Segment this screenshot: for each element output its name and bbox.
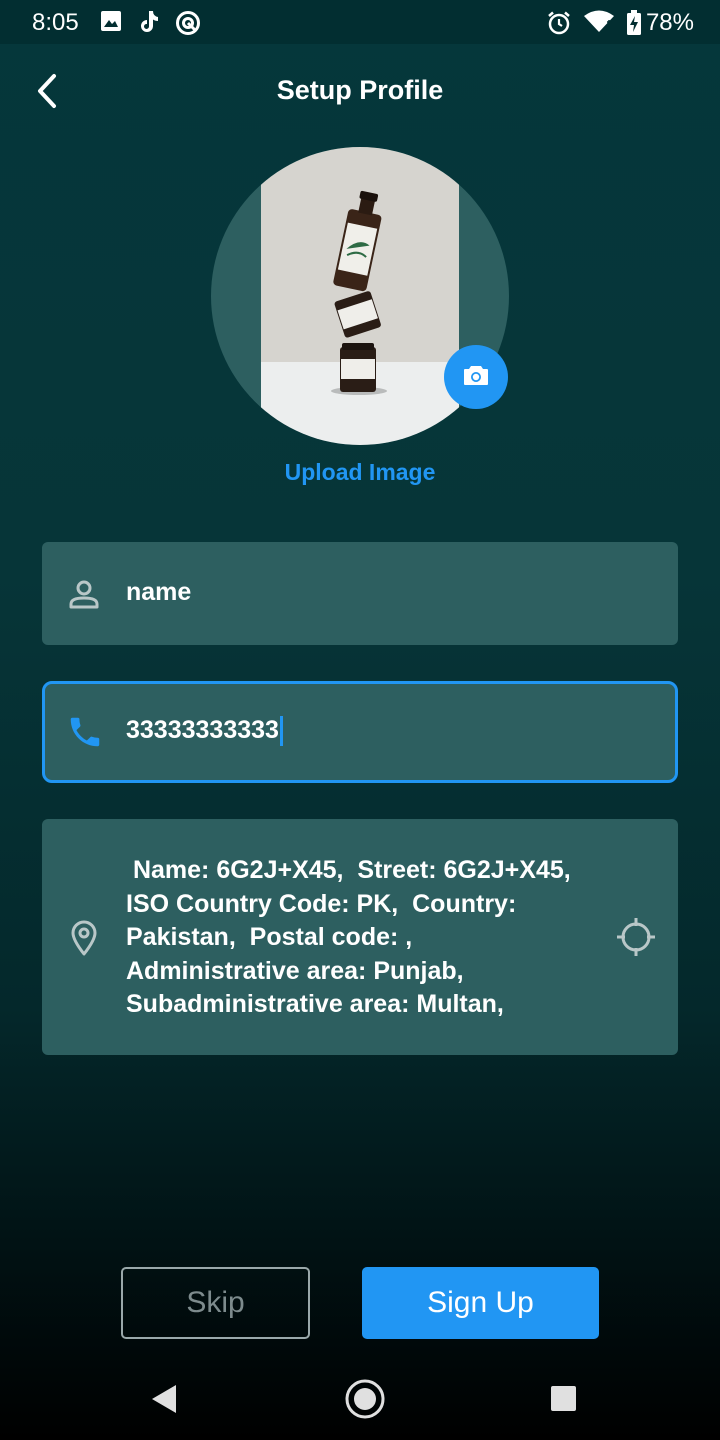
address-text[interactable]: Name: 6G2J+X45, Street: 6G2J+X45, ISO Co… <box>126 854 586 1022</box>
image-icon <box>100 10 122 37</box>
nav-home-button[interactable] <box>344 1378 386 1425</box>
alarm-icon <box>546 10 572 41</box>
person-icon <box>68 578 100 615</box>
upload-image-link[interactable]: Upload Image <box>0 459 720 486</box>
gps-locate-icon[interactable] <box>616 917 656 962</box>
nav-recents-button[interactable] <box>550 1385 577 1417</box>
change-photo-button[interactable] <box>444 345 508 409</box>
name-input[interactable]: name <box>126 578 191 607</box>
battery-charging-icon <box>626 10 642 41</box>
app-header: Setup Profile <box>0 44 720 140</box>
phone-value: 33333333333 <box>126 716 279 744</box>
name-field[interactable]: name <box>42 542 678 645</box>
music-app-icon <box>139 10 161 39</box>
system-nav-bar <box>0 1356 720 1440</box>
location-pin-icon <box>70 920 98 961</box>
phone-input[interactable]: 33333333333 <box>126 716 283 747</box>
camera-icon <box>463 364 489 391</box>
text-cursor <box>279 716 283 747</box>
status-bar: 8:05 78% <box>0 0 720 44</box>
skip-button[interactable]: Skip <box>121 1267 310 1339</box>
phone-icon <box>66 713 104 756</box>
profile-avatar[interactable] <box>211 147 509 445</box>
battery-percentage: 78% <box>645 9 694 36</box>
address-field[interactable]: Name: 6G2J+X45, Street: 6G2J+X45, ISO Co… <box>42 819 678 1055</box>
status-time: 8:05 <box>32 9 79 36</box>
wifi-icon <box>583 10 615 39</box>
profile-photo <box>261 147 459 445</box>
sync-icon <box>175 10 201 41</box>
sign-up-button[interactable]: Sign Up <box>362 1267 599 1339</box>
nav-back-button[interactable] <box>150 1384 178 1419</box>
phone-field[interactable]: 33333333333 <box>42 681 678 783</box>
page-title: Setup Profile <box>276 75 444 105</box>
